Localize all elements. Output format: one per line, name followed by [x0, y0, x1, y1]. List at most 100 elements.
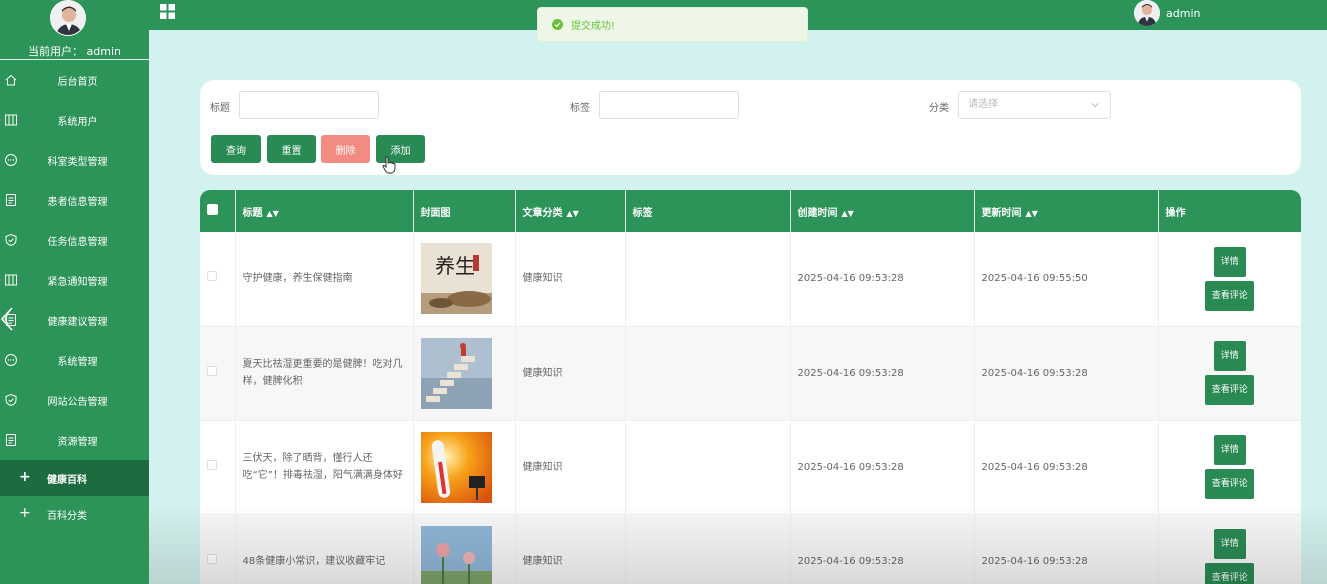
updated-cell: 2025-04-16 09:53:28: [974, 420, 1159, 515]
document-icon: [6, 434, 16, 446]
tag-cell: [625, 420, 791, 515]
column-header-category[interactable]: 文章分类 ▲▼: [515, 190, 626, 232]
grid-menu-icon[interactable]: [159, 3, 176, 20]
category-cell: 健康知识: [515, 232, 626, 327]
select-all-cell: [200, 190, 236, 232]
tag-filter-label: 标签: [570, 103, 590, 114]
table-row: 三伏天，除了晒背，懂行人还吃“它”！排毒祛湿，阳气满满身体好 健康知识 2025…: [200, 420, 1301, 515]
select-all-checkbox[interactable]: [207, 204, 218, 215]
detail-button[interactable]: 详情: [1213, 435, 1246, 465]
row-checkbox[interactable]: [207, 553, 217, 564]
row-select-cell: [200, 514, 236, 584]
query-button[interactable]: 查询: [211, 135, 261, 163]
collapse-sidebar-icon[interactable]: [0, 306, 14, 332]
sidebar: 当前用户： admin 后台首页 系统用户 科室类型管理 患者信息管理 任务信息…: [0, 0, 149, 584]
sidebar-item-announcements[interactable]: 网站公告管理: [0, 380, 149, 420]
cover-cell: [413, 420, 516, 515]
username[interactable]: admin: [1166, 7, 1200, 20]
plus-icon: +: [19, 469, 31, 485]
toast-message: 提交成功!: [571, 21, 616, 32]
column-header-updated[interactable]: 更新时间 ▲▼: [974, 190, 1159, 232]
sidebar-subitem-encyclopedia-categories[interactable]: + 百科分类: [0, 496, 149, 532]
sort-icon[interactable]: ▲▼: [1026, 209, 1038, 218]
ops-cell: 详情 查看评论: [1158, 326, 1301, 421]
view-comments-button[interactable]: 查看评论: [1205, 563, 1255, 584]
sort-icon[interactable]: ▲▼: [267, 209, 279, 218]
row-checkbox[interactable]: [207, 365, 217, 376]
document-icon: [6, 194, 16, 206]
detail-button[interactable]: 详情: [1213, 246, 1246, 277]
avatar[interactable]: [1134, 0, 1160, 26]
column-header-tag: 标签: [625, 190, 791, 232]
row-checkbox[interactable]: [207, 271, 217, 282]
cover-cell: [413, 326, 516, 421]
search-panel: 标题 标签 分类 请选择 查询 重置 删除 添加: [200, 80, 1301, 175]
column-created-label: 创建时间: [797, 207, 838, 219]
column-tag-label: 标签: [632, 207, 653, 219]
sidebar-item-label: 健康建议管理: [47, 316, 108, 328]
title-filter-input[interactable]: [239, 91, 379, 119]
row-select-cell: [200, 326, 236, 421]
table-row: 守护健康，养生保健指南 养生 健康知识 2025-04-16 09:53:28 …: [200, 232, 1301, 327]
check-circle-icon: [552, 19, 563, 30]
sidebar-item-department-types[interactable]: 科室类型管理: [0, 140, 149, 180]
sidebar-item-system-users[interactable]: 系统用户: [0, 100, 149, 140]
sidebar-item-emergency-notices[interactable]: 紧急通知管理: [0, 260, 149, 300]
updated-cell: 2025-04-16 09:55:50: [974, 232, 1159, 327]
columns-icon: [5, 114, 17, 126]
created-cell: 2025-04-16 09:53:28: [790, 514, 975, 584]
column-category-label: 文章分类: [522, 207, 563, 219]
sort-icon[interactable]: ▲▼: [567, 209, 579, 218]
tag-filter-input[interactable]: [599, 91, 739, 119]
sidebar-subitem-label: 百科分类: [47, 510, 87, 522]
column-header-title[interactable]: 标题 ▲▼: [235, 190, 414, 232]
category-cell: 健康知识: [515, 326, 626, 421]
sidebar-item-patients[interactable]: 患者信息管理: [0, 180, 149, 220]
chevron-down-icon: [1091, 103, 1099, 108]
title-cell: 守护健康，养生保健指南: [235, 232, 414, 327]
sidebar-subitem-health-encyclopedia[interactable]: + 健康百科: [0, 460, 149, 496]
chat-icon: [5, 354, 17, 366]
sidebar-user-panel: 当前用户： admin: [0, 0, 149, 60]
category-filter-label: 分类: [929, 103, 949, 114]
view-comments-button[interactable]: 查看评论: [1205, 469, 1255, 499]
column-header-created[interactable]: 创建时间 ▲▼: [790, 190, 975, 232]
sidebar-subitem-label: 健康百科: [47, 474, 87, 486]
row-select-cell: [200, 420, 236, 515]
table-row: 夏天比祛湿更重要的是健脾！吃对几样，健脾化积 健康知识 2025-04-16 0…: [200, 326, 1301, 421]
column-header-cover: 封面图: [413, 190, 516, 232]
title-filter-label: 标题: [210, 103, 230, 114]
shield-check-icon: [5, 393, 17, 407]
column-cover-label: 封面图: [420, 207, 451, 219]
sidebar-item-label: 紧急通知管理: [47, 276, 108, 288]
view-comments-button[interactable]: 查看评论: [1205, 280, 1255, 311]
sidebar-item-health-advice[interactable]: 健康建议管理: [0, 300, 149, 340]
delete-button[interactable]: 删除: [321, 135, 370, 163]
updated-cell: 2025-04-16 09:53:28: [974, 326, 1159, 421]
reset-button[interactable]: 重置: [267, 135, 316, 163]
tag-cell: [625, 326, 791, 421]
shield-check-icon: [5, 233, 17, 247]
sidebar-item-resources[interactable]: 资源管理: [0, 420, 149, 460]
title-cell: 三伏天，除了晒背，懂行人还吃“它”！排毒祛湿，阳气满满身体好: [235, 420, 414, 515]
row-checkbox[interactable]: [207, 459, 217, 470]
sort-icon[interactable]: ▲▼: [842, 209, 854, 218]
detail-button[interactable]: 详情: [1213, 341, 1246, 371]
column-title-label: 标题: [242, 207, 263, 219]
success-toast: 提交成功!: [537, 7, 808, 42]
sidebar-item-system-management[interactable]: 系统管理: [0, 340, 149, 380]
avatar: [50, 0, 86, 36]
view-comments-button[interactable]: 查看评论: [1205, 375, 1255, 405]
columns-icon: [5, 274, 17, 286]
svg-text:养生: 养生: [435, 254, 475, 278]
row-select-cell: [200, 232, 236, 327]
sidebar-item-tasks[interactable]: 任务信息管理: [0, 220, 149, 260]
sidebar-item-label: 系统管理: [57, 356, 98, 368]
category-select[interactable]: 请选择: [958, 91, 1111, 119]
cover-cell: 养生: [413, 232, 516, 327]
current-user-label: 当前用户： admin: [28, 45, 121, 58]
detail-button[interactable]: 详情: [1213, 529, 1246, 559]
table-row: 48条健康小常识，建议收藏牢记 健康知识 2025-04-16 09:53:28…: [200, 514, 1301, 584]
sidebar-item-dashboard[interactable]: 后台首页: [0, 60, 149, 100]
created-cell: 2025-04-16 09:53:28: [790, 232, 975, 327]
